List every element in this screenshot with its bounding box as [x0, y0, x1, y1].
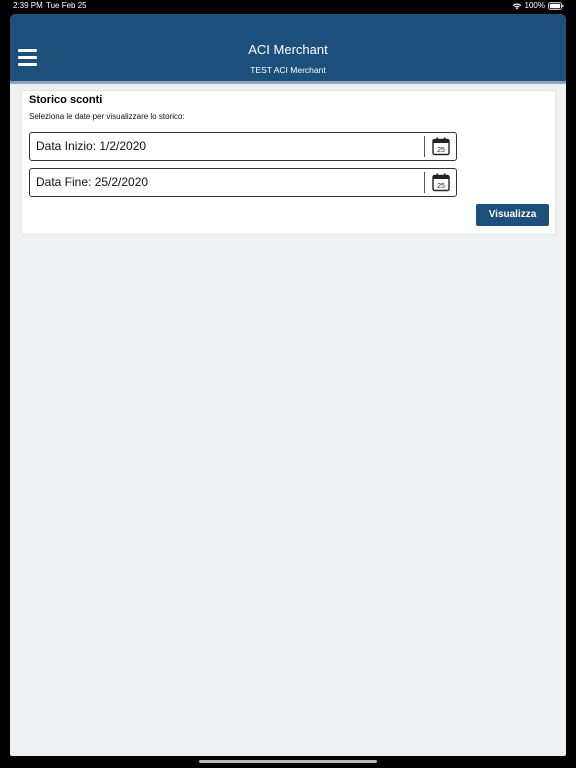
end-date-value: Data Fine: 25/2/2020: [36, 175, 149, 189]
calendar-day: 25: [437, 147, 445, 154]
discount-history-card: Storico sconti Seleziona le date per vis…: [21, 90, 556, 235]
card-description: Seleziona le date per visualizzare lo st…: [29, 112, 185, 121]
calendar-icon[interactable]: 25: [430, 172, 452, 193]
status-bar: 2:39 PM Tue Feb 25 100%: [0, 0, 576, 12]
home-indicator: [199, 760, 377, 763]
app-window: ACI Merchant TEST ACI Merchant Storico s…: [10, 14, 566, 756]
start-date-field[interactable]: Data Inizio: 1/2/2020 25: [29, 132, 457, 161]
status-date: Tue Feb 25: [46, 1, 87, 10]
page-title: ACI Merchant: [248, 42, 328, 57]
view-button[interactable]: Visualizza: [476, 204, 549, 226]
calendar-day: 25: [437, 183, 445, 190]
end-date-field[interactable]: Data Fine: 25/2/2020 25: [29, 168, 457, 197]
field-divider: [424, 172, 425, 193]
calendar-icon[interactable]: 25: [430, 136, 452, 157]
navbar: ACI Merchant TEST ACI Merchant: [10, 14, 566, 84]
card-title: Storico sconti: [29, 94, 103, 106]
status-time: 2:39 PM: [13, 1, 43, 10]
screen: 2:39 PM Tue Feb 25 100% ACI Merchant TES…: [0, 0, 576, 768]
battery-icon: [548, 2, 564, 10]
field-divider: [424, 136, 425, 157]
wifi-icon: [512, 2, 522, 10]
start-date-value: Data Inizio: 1/2/2020: [36, 139, 147, 153]
page-subtitle: TEST ACI Merchant: [250, 65, 326, 75]
status-indicators: 100%: [512, 0, 564, 12]
battery-percent: 100%: [524, 1, 545, 10]
